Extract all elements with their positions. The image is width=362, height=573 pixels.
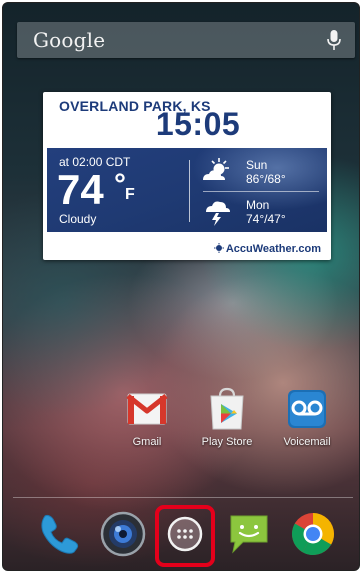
accuweather-brand: AccuWeather.com [213,243,321,255]
forecast-day-2-temps: 74°/47° [246,212,286,226]
current-condition: Cloudy [59,212,97,226]
app-label-play-store: Play Store [201,436,253,448]
forecast-day-1-name: Sun [246,158,268,172]
forecast-day-2: Mon 74°/47° [246,198,286,226]
dock-messaging[interactable] [225,510,273,558]
dock-chrome[interactable] [289,510,337,558]
play-store-icon [210,387,244,430]
clock-time: 15:05 [155,106,241,142]
forecast-day-1-temps: 86°/68° [246,172,286,186]
voicemail-icon [288,390,326,428]
forecast-day-2-name: Mon [246,198,270,212]
dock-divider [13,497,353,498]
current-temperature: 74 [57,166,104,213]
dock-camera[interactable] [99,510,147,558]
thunderstorm-icon [206,201,230,226]
app-gmail[interactable]: Gmail [112,386,182,448]
chrome-icon [291,513,334,556]
weather-widget[interactable]: OVERLAND PARK, KS 15:05 at 02:00 CDT 74 … [43,92,331,260]
app-label-voicemail: Voicemail [283,436,331,448]
forecast-divider [203,191,319,192]
search-label: Google [33,28,106,52]
panel-divider [189,160,190,222]
google-search-bar[interactable]: Google [17,22,355,58]
app-play-store[interactable]: Play Store [192,386,262,448]
messaging-icon [230,515,268,554]
app-voicemail[interactable]: Voicemail [272,386,342,448]
temperature-unit: F [125,186,135,203]
launcher-highlight-box [155,505,215,567]
accuweather-sun-icon [213,243,224,253]
home-screen: Google OVERLAND PARK, KS 15:05 at 02:00 … [2,2,360,571]
forecast-day-1: Sun 86°/68° [246,158,286,186]
camera-icon [100,511,146,557]
gmail-icon [126,393,168,425]
weather-panel: at 02:00 CDT 74 ° F Cloudy Sun 86°/68° M… [47,148,327,232]
sun-cloud-icon [203,158,229,180]
app-label-gmail: Gmail [132,436,162,448]
dock-phone[interactable] [35,510,83,558]
phone-icon [41,514,79,554]
brand-text: AccuWeather.com [225,243,321,255]
microphone-icon[interactable] [327,29,341,51]
